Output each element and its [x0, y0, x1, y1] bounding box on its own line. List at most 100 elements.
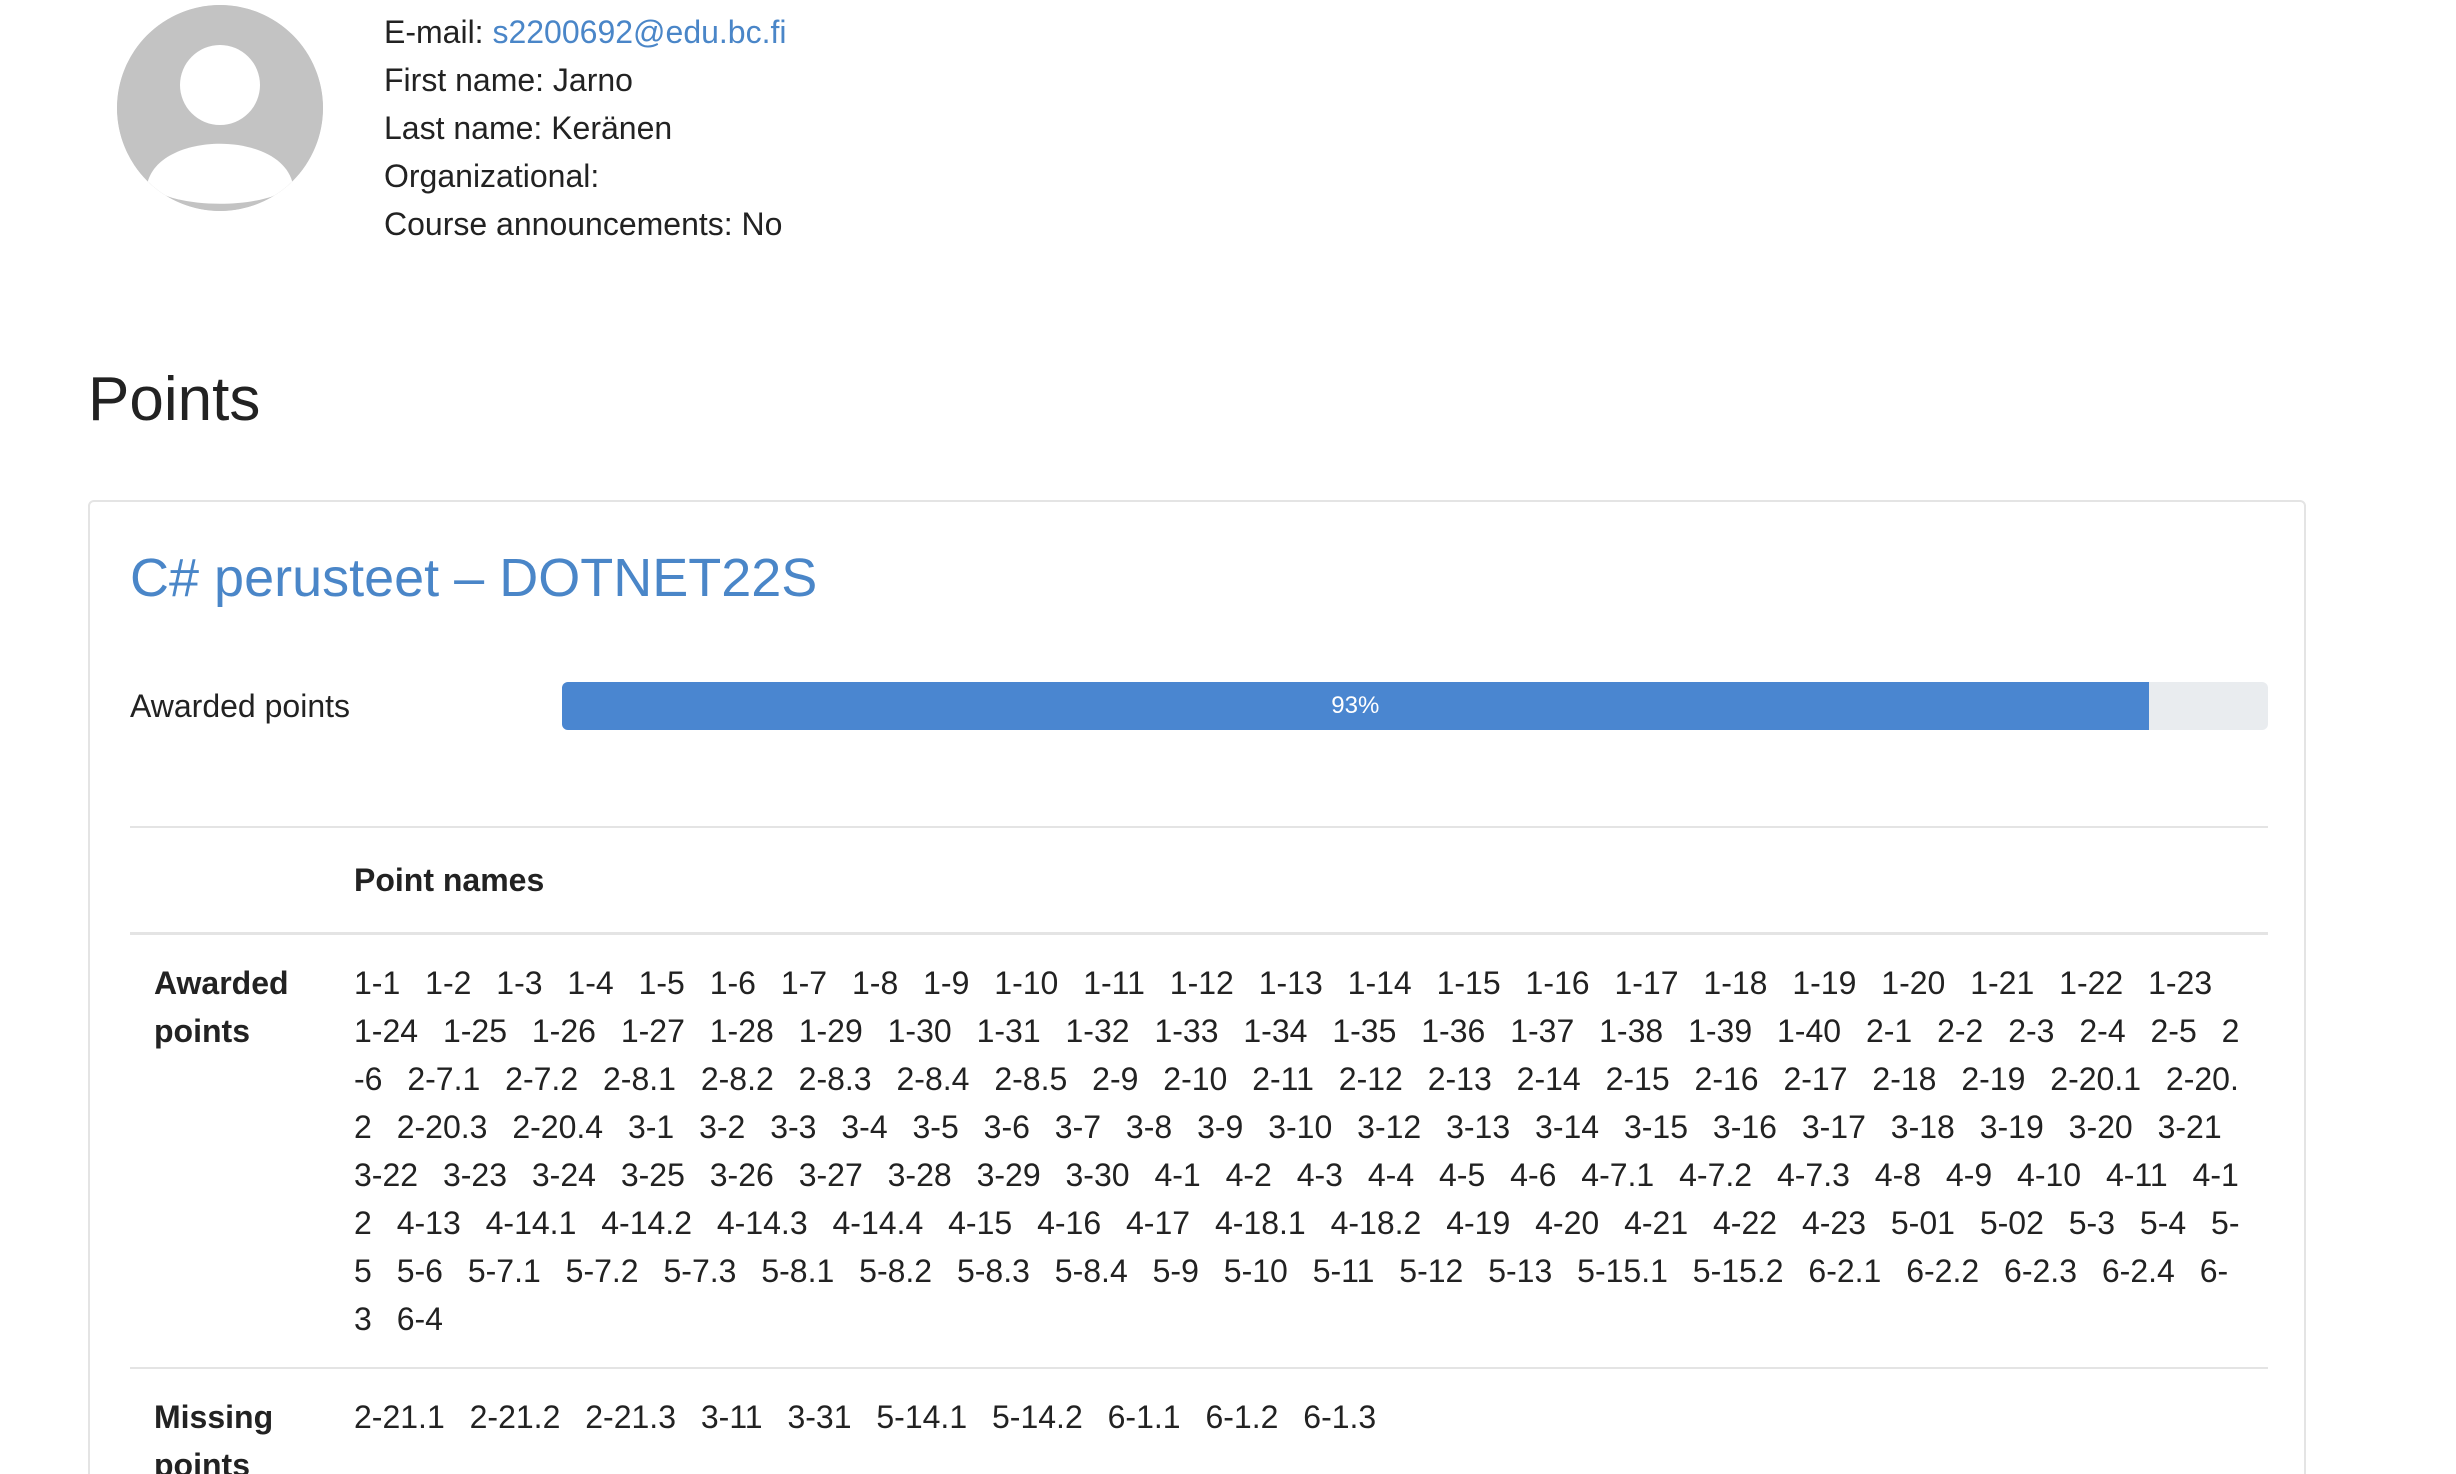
page: E-mail: s2200692@edu.bc.fi First name: J… — [0, 0, 2456, 1474]
awarded-point-name: 3-18 — [1890, 1109, 1955, 1145]
missing-point-name: 2-21.1 — [354, 1399, 445, 1435]
awarded-point-name: 4-23 — [1801, 1205, 1866, 1241]
awarded-point-name: 5-02 — [1979, 1205, 2044, 1241]
awarded-point-name: 3-15 — [1623, 1109, 1688, 1145]
awarded-point-name: 1-22 — [2059, 965, 2124, 1001]
awarded-point-name: 4-13 — [396, 1205, 461, 1241]
awarded-point-name: 1-13 — [1258, 965, 1323, 1001]
awarded-point-name: 3-12 — [1357, 1109, 1422, 1145]
awarded-point-name: 5-7.3 — [663, 1253, 737, 1289]
awarded-point-name: 3-9 — [1197, 1109, 1244, 1145]
awarded-point-name: 2-11 — [1252, 1061, 1314, 1097]
header-point-names: Point names — [354, 862, 545, 898]
awarded-point-name: 1-19 — [1792, 965, 1857, 1001]
email-link[interactable]: s2200692@edu.bc.fi — [492, 14, 786, 50]
awarded-point-name: 2-8.2 — [700, 1061, 774, 1097]
awarded-point-name: 3-17 — [1801, 1109, 1866, 1145]
awarded-point-name: 1-26 — [531, 1013, 596, 1049]
awarded-point-name: 4-17 — [1126, 1205, 1191, 1241]
awarded-point-name: 3-10 — [1268, 1109, 1333, 1145]
awarded-point-name: 6-4 — [396, 1301, 443, 1337]
awarded-point-name: 1-6 — [709, 965, 756, 1001]
awarded-point-name: 4-20 — [1535, 1205, 1600, 1241]
awarded-point-name: 3-22 — [354, 1157, 419, 1193]
awarded-point-name: 5-8.4 — [1054, 1253, 1128, 1289]
awarded-point-name: 2-19 — [1961, 1061, 2026, 1097]
awarded-point-name: 3-25 — [620, 1157, 685, 1193]
awarded-point-name: 1-2 — [425, 965, 472, 1001]
awarded-point-name: 3-6 — [983, 1109, 1030, 1145]
missing-point-name: 3-11 — [700, 1399, 763, 1435]
course-announcements: Course announcements: No — [384, 206, 783, 242]
awarded-point-name: 2-14 — [1516, 1061, 1581, 1097]
awarded-point-name: 1-3 — [496, 965, 543, 1001]
course-title: C# perusteet – DOTNET22S — [130, 540, 817, 616]
awarded-point-name: 4-10 — [2017, 1157, 2082, 1193]
awarded-point-name: 3-7 — [1054, 1109, 1102, 1145]
awarded-point-name: 4-15 — [948, 1205, 1013, 1241]
awarded-point-name: 1-8 — [851, 965, 899, 1001]
awarded-point-name: 2-13 — [1427, 1061, 1492, 1097]
course-title-link[interactable]: C# perusteet – DOTNET22S — [130, 548, 817, 608]
awarded-point-name: 1-4 — [567, 965, 614, 1001]
awarded-point-name: 3-20 — [2068, 1109, 2133, 1145]
awarded-point-name: 6-2.1 — [1808, 1253, 1882, 1289]
awarded-point-name: 4-11 — [2105, 1157, 2168, 1193]
awarded-point-name: 2-8.4 — [896, 1061, 970, 1097]
awarded-point-name: 4-19 — [1446, 1205, 1511, 1241]
missing-point-name: 5-14.2 — [992, 1399, 1083, 1435]
awarded-point-name: 1-9 — [923, 965, 970, 1001]
awarded-point-name: 3-8 — [1125, 1109, 1173, 1145]
awarded-point-name: 3-3 — [770, 1109, 817, 1145]
awarded-point-name: 5-12 — [1399, 1253, 1464, 1289]
awarded-point-name: 1-21 — [1970, 965, 2035, 1001]
awarded-point-name: 5-13 — [1488, 1253, 1553, 1289]
awarded-point-name: 2-20.1 — [2050, 1061, 2142, 1097]
table-row-missing: Missing points 2-21.1 2-21.2 2-21.3 3-11… — [130, 1368, 2268, 1474]
awarded-point-name: 3-28 — [887, 1157, 952, 1193]
awarded-point-name: 2-7.1 — [407, 1061, 481, 1097]
awarded-point-name: 2-20.3 — [396, 1109, 488, 1145]
awarded-point-name: 2-3 — [2008, 1013, 2055, 1049]
awarded-point-name: 5-8.3 — [956, 1253, 1030, 1289]
awarded-point-name: 2-8.1 — [603, 1061, 676, 1097]
course-points-card: C# perusteet – DOTNET22S Awarded points … — [88, 500, 2306, 1474]
awarded-point-name: 5-8.1 — [761, 1253, 835, 1289]
awarded-point-name: 1-20 — [1881, 965, 1946, 1001]
awarded-point-names: 1-1 1-2 1-3 1-4 1-5 1-6 1-7 1-8 1-9 1-10… — [354, 934, 2268, 1369]
awarded-point-name: 5-01 — [1890, 1205, 1955, 1241]
awarded-point-name: 1-5 — [638, 965, 685, 1001]
awarded-point-name: 1-27 — [620, 1013, 685, 1049]
profile-details: E-mail: s2200692@edu.bc.fi First name: J… — [384, 8, 786, 248]
awarded-point-name: 3-23 — [442, 1157, 507, 1193]
awarded-point-name: 3-16 — [1712, 1109, 1777, 1145]
awarded-point-name: 2-9 — [1092, 1061, 1139, 1097]
awarded-point-name: 1-33 — [1154, 1013, 1219, 1049]
awarded-point-name: 4-18.1 — [1214, 1205, 1306, 1241]
awarded-points-label: Awarded points — [130, 688, 350, 724]
organizational: Organizational: — [384, 158, 600, 194]
awarded-point-name: 2-17 — [1783, 1061, 1848, 1097]
awarded-point-name: 3-1 — [627, 1109, 675, 1145]
awarded-point-name: 4-14.1 — [485, 1205, 577, 1241]
awarded-point-name: 4-21 — [1624, 1205, 1689, 1241]
missing-row-label: Missing points — [154, 1399, 274, 1474]
awarded-point-name: 1-23 — [2148, 965, 2213, 1001]
awarded-point-name: 5-10 — [1223, 1253, 1288, 1289]
progress-bar-fill: 93% — [562, 682, 2149, 730]
awarded-point-name: 2-18 — [1872, 1061, 1937, 1097]
awarded-row-label: Awarded points — [154, 965, 289, 1049]
awarded-point-name: 1-16 — [1525, 965, 1590, 1001]
awarded-point-name: 1-37 — [1510, 1013, 1575, 1049]
awarded-point-name: 2-8.5 — [994, 1061, 1068, 1097]
awarded-point-name: 4-9 — [1945, 1157, 1993, 1193]
awarded-point-name: 4-22 — [1713, 1205, 1778, 1241]
awarded-point-name: 5-7.1 — [467, 1253, 541, 1289]
awarded-point-name: 1-11 — [1083, 965, 1145, 1001]
awarded-point-name: 4-6 — [1510, 1157, 1557, 1193]
awarded-point-name: 1-38 — [1599, 1013, 1664, 1049]
awarded-point-name: 3-27 — [798, 1157, 863, 1193]
missing-point-name: 2-21.3 — [585, 1399, 676, 1435]
awarded-point-name: 5-11 — [1312, 1253, 1375, 1289]
awarded-point-name: 1-24 — [354, 1013, 419, 1049]
